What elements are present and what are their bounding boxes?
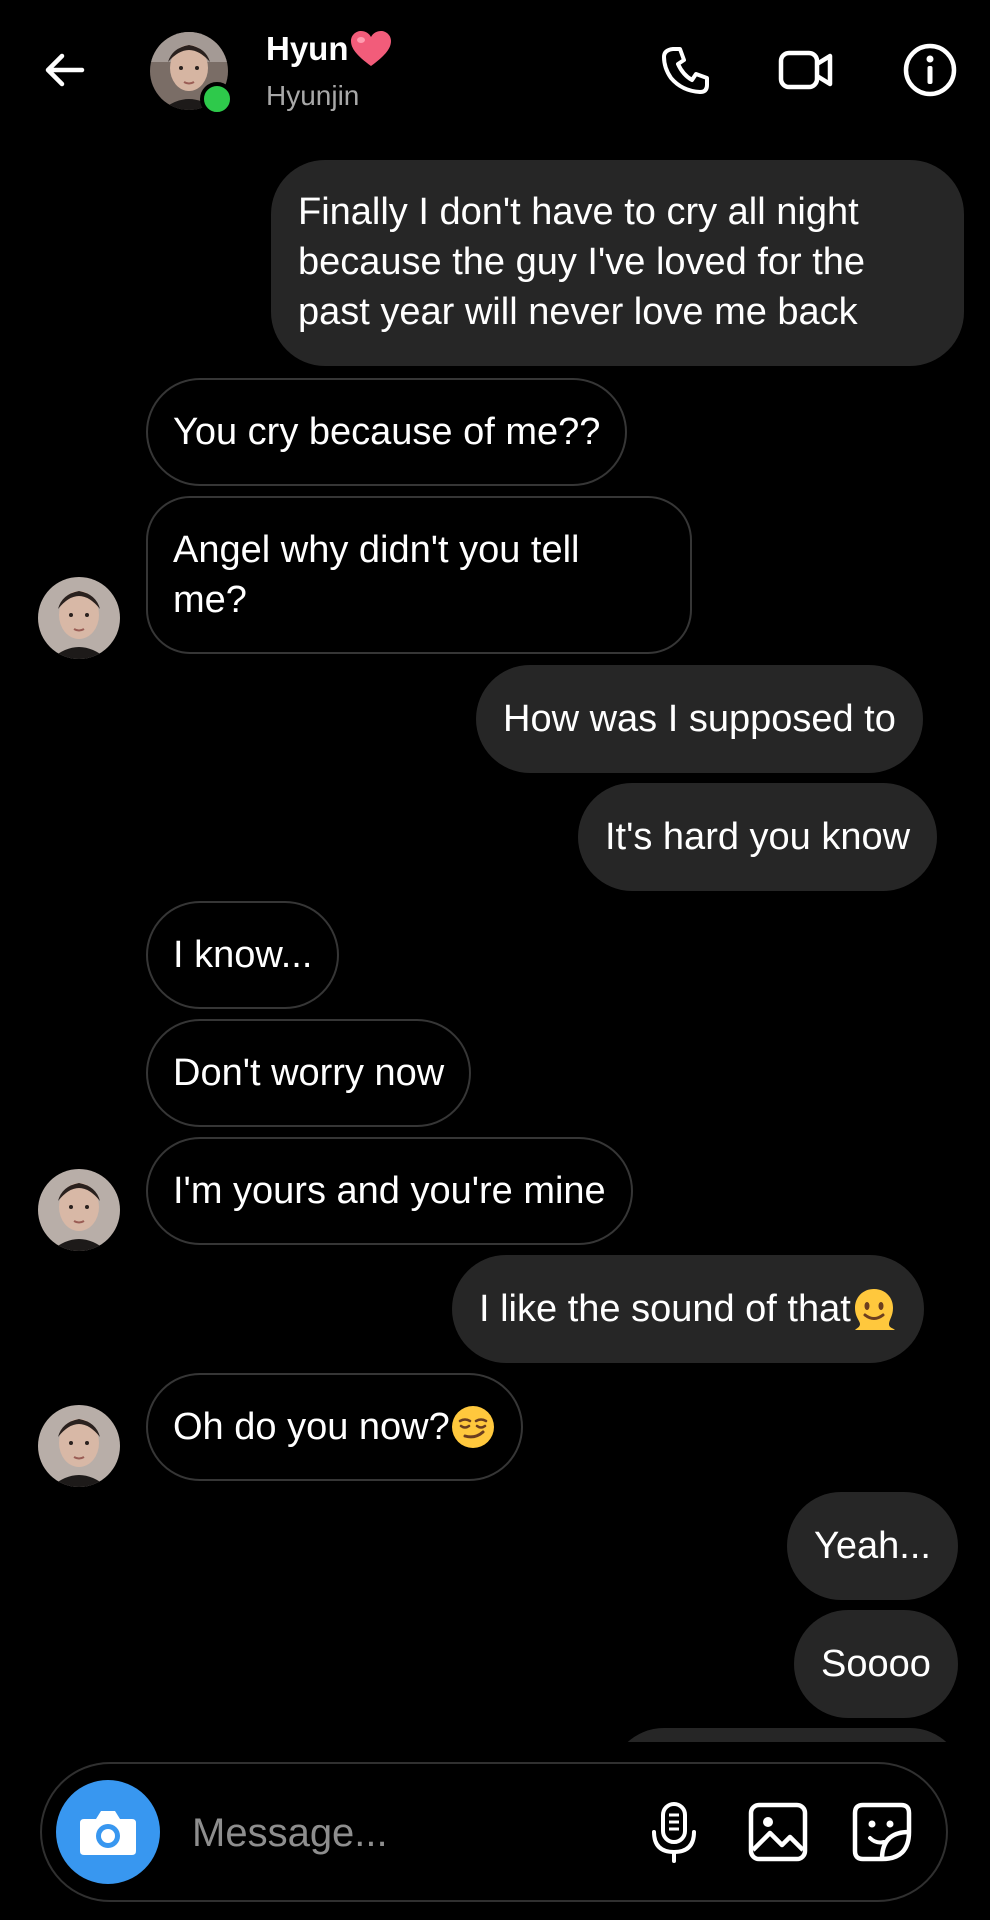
video-camera-icon[interactable] xyxy=(778,42,834,98)
message-incoming[interactable]: I'm yours and you're mine xyxy=(146,1137,633,1245)
message-text: Don't worry now xyxy=(173,1052,445,1094)
microphone-icon[interactable] xyxy=(642,1800,706,1864)
message-input[interactable] xyxy=(190,1804,634,1862)
message-line: past year will never love me back xyxy=(298,291,858,333)
contact-name-text: Hyun xyxy=(266,30,349,67)
phone-icon[interactable] xyxy=(658,42,714,98)
sender-avatar[interactable] xyxy=(38,1405,120,1487)
message-line: Angel why didn't you tell xyxy=(173,529,580,571)
message-text: I like the sound of that xyxy=(479,1288,851,1330)
message-incoming[interactable]: Oh do you now? xyxy=(146,1373,523,1481)
melting-face-emoji-icon xyxy=(854,1289,895,1330)
message-outgoing-partial[interactable] xyxy=(610,1728,964,1742)
message-line: because the guy I've loved for the xyxy=(298,241,866,283)
image-icon[interactable] xyxy=(746,1800,810,1864)
message-text: Oh do you now? xyxy=(173,1406,450,1448)
sticker-icon[interactable] xyxy=(850,1800,914,1864)
message-text: It's hard you know xyxy=(605,816,911,858)
sender-avatar[interactable] xyxy=(38,577,120,659)
profile-photo xyxy=(38,1169,120,1251)
message-incoming[interactable]: Don't worry now xyxy=(146,1019,472,1127)
message-outgoing[interactable]: I like the sound of that xyxy=(452,1255,924,1363)
heart-icon xyxy=(350,31,391,66)
info-icon[interactable] xyxy=(902,42,958,98)
profile-photo xyxy=(38,1405,120,1487)
message-text: You cry because of me?? xyxy=(173,411,601,453)
contact-name[interactable]: Hyun xyxy=(266,30,392,68)
message-outgoing[interactable]: It's hard you know xyxy=(578,783,938,891)
message-text: Soooo xyxy=(821,1643,931,1685)
camera-button[interactable] xyxy=(56,1780,160,1884)
message-outgoing[interactable]: Yeah... xyxy=(787,1492,958,1600)
message-text: How was I supposed to xyxy=(503,698,896,740)
message-incoming[interactable]: Angel why didn't you tell me? xyxy=(146,496,692,654)
message-outgoing[interactable]: Soooo xyxy=(794,1610,958,1718)
profile-photo xyxy=(38,577,120,659)
camera-icon xyxy=(80,1811,136,1855)
message-text: Yeah... xyxy=(814,1525,931,1567)
message-outgoing[interactable]: How was I supposed to xyxy=(476,665,923,773)
message-composer xyxy=(40,1762,948,1902)
message-thread[interactable]: Finally I don't have to cry all night be… xyxy=(0,140,990,1742)
message-line: me? xyxy=(173,579,247,621)
online-status-dot xyxy=(200,82,234,116)
message-outgoing[interactable]: Finally I don't have to cry all night be… xyxy=(271,160,964,366)
chat-header: Hyun Hyunjin xyxy=(0,0,990,140)
smirking-face-emoji-icon xyxy=(451,1406,494,1448)
message-incoming[interactable]: I know... xyxy=(146,901,340,1009)
message-incoming[interactable]: You cry because of me?? xyxy=(146,378,628,486)
message-line: Finally I don't have to cry all night xyxy=(298,191,859,233)
message-text: I know... xyxy=(173,934,313,976)
arrow-left-icon[interactable] xyxy=(40,45,90,95)
sender-avatar[interactable] xyxy=(38,1169,120,1251)
message-text: I'm yours and you're mine xyxy=(173,1170,606,1212)
contact-username[interactable]: Hyunjin xyxy=(266,80,359,112)
